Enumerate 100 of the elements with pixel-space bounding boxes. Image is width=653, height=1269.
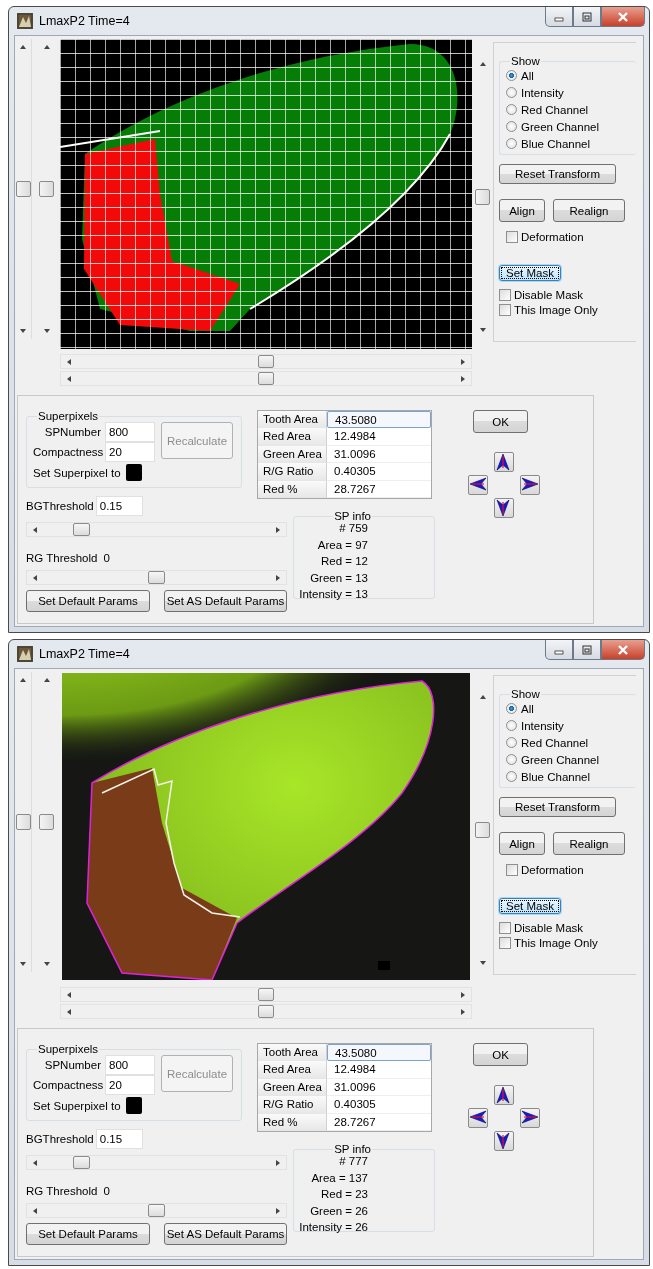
radio-button[interactable] [506,104,517,115]
radio-button[interactable] [506,138,517,149]
horizontal-scrollbar[interactable] [60,987,472,1002]
set-as-default-params-button[interactable]: Set AS Default Params [164,590,287,612]
minimize-button[interactable] [545,640,573,660]
radio-button[interactable] [506,121,517,132]
vertical-scrollbar[interactable] [15,39,32,339]
scrollbar-thumb[interactable] [258,372,274,385]
window-title: LmaxP2 Time=4 [39,14,130,28]
arrow-right-icon [521,1109,539,1127]
align-button[interactable]: Align [499,199,545,222]
table-cell[interactable]: 12.4984 [327,1061,431,1079]
table-cell[interactable]: 12.4984 [327,428,431,446]
set-default-params-button[interactable]: Set Default Params [26,1223,150,1245]
scroll-down-icon [478,959,487,967]
arrow-up-button[interactable] [494,1085,514,1105]
radio-button[interactable] [506,720,517,731]
input-field[interactable]: 800 [105,1055,155,1075]
arrow-left-button[interactable] [468,475,488,495]
scrollbar-thumb[interactable] [15,181,31,197]
arrow-right-button[interactable] [520,1108,540,1128]
scroll-left-icon [31,1158,39,1167]
close-button[interactable] [601,7,645,27]
checkbox[interactable] [506,230,518,243]
scrollbar-thumb[interactable] [258,988,274,1001]
slider-thumb[interactable] [72,523,90,536]
checkbox[interactable] [499,303,511,316]
arrow-right-icon [521,476,539,494]
checkbox[interactable] [499,288,511,301]
realign-button[interactable]: Realign [553,199,625,222]
input-field[interactable]: 20 [105,442,155,462]
arrow-right-button[interactable] [520,475,540,495]
table-cell[interactable]: 43.5080 [327,411,431,429]
set-default-params-button[interactable]: Set Default Params [26,590,150,612]
close-button[interactable] [601,640,645,660]
checkbox[interactable] [499,921,511,934]
field-label: RG Threshold [26,1185,98,1197]
radio-button[interactable] [506,703,517,714]
input-field[interactable]: 0.15 [95,496,143,516]
scrollbar-thumb[interactable] [475,822,490,838]
color-swatch[interactable] [125,1097,142,1114]
radio-button[interactable] [506,754,517,765]
horizontal-scrollbar[interactable] [60,354,472,369]
horizontal-scrollbar[interactable] [60,371,472,386]
radio-button[interactable] [506,771,517,782]
slider-thumb[interactable] [72,1156,90,1169]
table-cell[interactable]: 0.40305 [327,463,431,481]
radio-button[interactable] [506,87,517,98]
group-label: Superpixels [37,410,100,422]
info-text: Red = 23 [320,1188,368,1202]
app-icon [17,646,33,662]
slider-track[interactable] [26,1155,287,1170]
scrollbar-thumb[interactable] [39,814,54,830]
color-swatch[interactable] [125,464,142,481]
scrollbar-thumb[interactable] [258,355,274,368]
set-mask-button[interactable]: Set Mask [499,898,561,914]
slider-track[interactable] [26,1203,287,1218]
input-field[interactable]: 800 [105,422,155,442]
group-label: SP info [333,510,372,522]
vertical-scrollbar[interactable] [15,672,32,972]
scroll-up-icon [42,43,51,51]
input-field[interactable]: 0.15 [95,1129,143,1149]
set-mask-button[interactable]: Set Mask [499,265,561,281]
checkbox-label: This Image Only [514,303,598,316]
checkbox[interactable] [499,936,511,949]
arrow-down-button[interactable] [494,498,514,518]
realign-button[interactable]: Realign [553,832,625,855]
radio-button[interactable] [506,737,517,748]
info-text: # 777 [338,1155,368,1169]
input-field[interactable]: 20 [105,1075,155,1095]
minimize-button[interactable] [545,7,573,27]
reset-transform-button[interactable]: Reset Transform [499,164,616,184]
scrollbar-thumb[interactable] [39,181,54,197]
ok-button[interactable]: OK [473,410,528,433]
maximize-button[interactable] [573,7,601,27]
scroll-left-icon [31,525,39,534]
slider-track[interactable] [26,570,287,585]
table-cell[interactable]: 43.5080 [327,1044,431,1062]
horizontal-scrollbar[interactable] [60,1004,472,1019]
table-cell[interactable]: 0.40305 [327,1096,431,1114]
slider-thumb[interactable] [148,1204,165,1217]
checkbox[interactable] [506,863,518,876]
radio-button[interactable] [506,70,517,81]
arrow-up-button[interactable] [494,452,514,472]
maximize-button[interactable] [573,640,601,660]
reset-transform-button[interactable]: Reset Transform [499,797,616,817]
slider-track[interactable] [26,522,287,537]
scroll-up-icon [478,60,487,68]
scrollbar-thumb[interactable] [15,814,31,830]
slider-thumb[interactable] [148,571,165,584]
set-as-default-params-button[interactable]: Set AS Default Params [164,1223,287,1245]
scrollbar-thumb[interactable] [258,1005,274,1018]
field-label: BGThreshold [26,500,94,512]
ok-button[interactable]: OK [473,1043,528,1066]
scrollbar-thumb[interactable] [475,189,490,205]
arrow-left-button[interactable] [468,1108,488,1128]
scroll-up-icon [19,676,27,684]
field-label: RG Threshold [26,552,98,564]
arrow-down-button[interactable] [494,1131,514,1151]
align-button[interactable]: Align [499,832,545,855]
